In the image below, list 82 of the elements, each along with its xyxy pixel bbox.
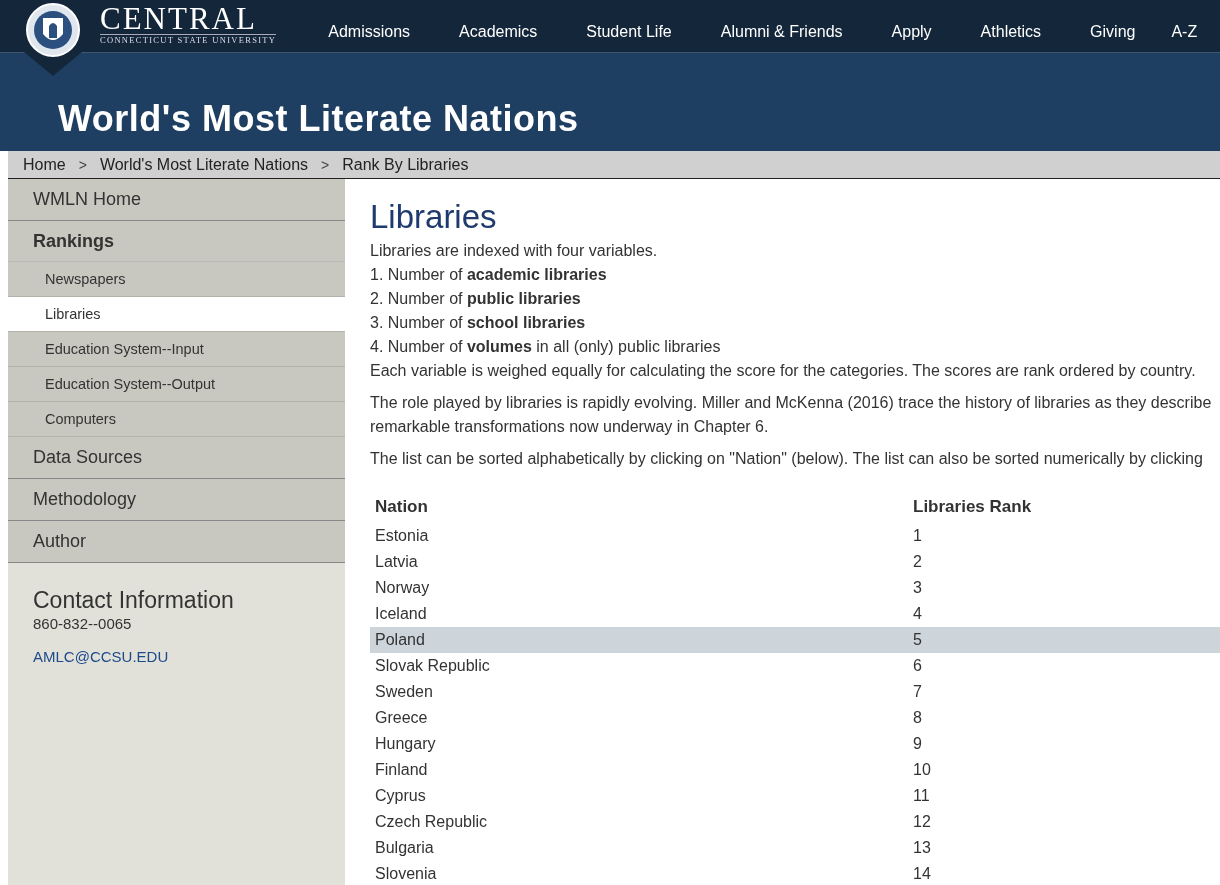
- nav-link[interactable]: Giving: [1090, 0, 1136, 53]
- table-row[interactable]: Greece 8: [370, 705, 1220, 731]
- body-text: 3. Number of school libraries: [370, 313, 587, 333]
- table-row[interactable]: Sweden 7: [370, 679, 1220, 705]
- table-cell-text: 5: [912, 630, 923, 650]
- sidebar-item[interactable]: Author: [8, 521, 345, 563]
- table-cell-text: 4: [912, 604, 923, 624]
- table-cell-text: Estonia: [374, 526, 430, 546]
- contact-heading: Contact Information: [33, 586, 235, 614]
- sidebar-subitem[interactable]: Newspapers: [8, 262, 345, 297]
- table-cell-text: Sweden: [374, 682, 434, 702]
- body-text: 4. Number of volumes in all (only) public libraries: [370, 337, 722, 357]
- body-text: Each variable is weighed equally for calculating the score for the categories. The scores are rank ordered by country.: [370, 361, 1197, 381]
- table-cell-text: 2: [912, 552, 923, 572]
- nav-link[interactable]: Athletics: [980, 0, 1042, 53]
- table-cell-text: 10: [912, 760, 932, 780]
- table-row[interactable]: Poland 5: [370, 627, 1220, 653]
- table-cell-text: 14: [912, 864, 932, 884]
- table-row[interactable]: Hungary 9: [370, 731, 1220, 757]
- email-link[interactable]: AMLC@CCSU.EDU: [33, 648, 169, 665]
- table-cell-text: Slovenia: [374, 864, 438, 884]
- sidebar-item[interactable]: Rankings: [8, 221, 345, 262]
- sidebar-subitem[interactable]: Computers: [8, 402, 345, 437]
- nav-link[interactable]: Academics: [459, 0, 538, 53]
- body-text: Libraries are indexed with four variables.: [370, 241, 659, 261]
- table-cell-text: Iceland: [374, 604, 428, 624]
- table-cell-text: 7: [912, 682, 923, 702]
- table-row[interactable]: Bulgaria 13: [370, 835, 1220, 861]
- breadcrumb-link[interactable]: World's Most Literate Nations: [99, 155, 309, 174]
- sidebar-item[interactable]: Methodology: [8, 479, 345, 521]
- table-cell-text: 6: [912, 656, 923, 676]
- nav-link[interactable]: Admissions: [328, 0, 411, 53]
- table-cell-text: 13: [912, 838, 932, 858]
- sidebar-subitem[interactable]: Education System--Output: [8, 367, 345, 402]
- table-cell-text: Cyprus: [374, 786, 427, 806]
- nav-link[interactable]: Student Life: [586, 0, 672, 53]
- table-row[interactable]: Czech Republic 12: [370, 809, 1220, 835]
- page-banner-title: World's Most Literate Nations: [58, 98, 579, 140]
- logo-subtitle: CONNECTICUT STATE UNIVERSITY: [100, 35, 277, 46]
- table-cell-text: 9: [912, 734, 923, 754]
- table-row[interactable]: Norway 3: [370, 575, 1220, 601]
- breadcrumb-current[interactable]: Rank By Libraries: [342, 155, 469, 174]
- sidebar-item[interactable]: Data Sources: [8, 437, 345, 479]
- table-cell-text: 12: [912, 812, 932, 832]
- sidebar-subitem[interactable]: Libraries: [8, 297, 345, 332]
- table-row[interactable]: Latvia 2: [370, 549, 1220, 575]
- table-cell-text: Slovak Republic: [374, 656, 491, 676]
- paragraph: The role played by libraries is rapidly evolving. Miller and McKenna (2016) trace the history of libraries as they describe remarkable transformations now underway in Chapter 6.: [370, 393, 1213, 437]
- table-cell-text: Latvia: [374, 552, 419, 572]
- table-row[interactable]: Estonia 1: [370, 523, 1220, 549]
- breadcrumb-link[interactable]: Home: [23, 155, 66, 174]
- table-cell-text: Poland: [374, 630, 426, 650]
- table-cell-text: 3: [912, 578, 923, 598]
- section-heading: Libraries: [370, 199, 498, 235]
- nav-link[interactable]: Alumni & Friends: [720, 0, 843, 53]
- sidebar-item[interactable]: WMLN Home: [8, 179, 345, 221]
- table-cell-text: Finland: [374, 760, 429, 780]
- table-cell-text: Hungary: [374, 734, 437, 754]
- table-row[interactable]: Iceland 4: [370, 601, 1220, 627]
- table-row[interactable]: Finland 10: [370, 757, 1220, 783]
- table-row[interactable]: Slovenia 14: [370, 861, 1220, 885]
- body-text: 1. Number of academic libraries: [370, 265, 608, 285]
- body-text: 2. Number of public libraries: [370, 289, 582, 309]
- column-header[interactable]: Libraries Rank: [908, 491, 1037, 523]
- table-cell-text: Bulgaria: [374, 838, 435, 858]
- table-cell-text: Greece: [374, 708, 429, 728]
- table-cell-text: Norway: [374, 578, 431, 598]
- table-cell-text: 1: [912, 526, 923, 546]
- breadcrumb-separator: >: [78, 156, 87, 173]
- table-row[interactable]: Cyprus 11: [370, 783, 1220, 809]
- phone-number: 860-832--0065: [33, 614, 133, 634]
- table-row[interactable]: Slovak Republic 6: [370, 653, 1220, 679]
- table-cell-text: 8: [912, 708, 923, 728]
- sidebar-subitem[interactable]: Education System--Input: [8, 332, 345, 367]
- breadcrumb-separator: >: [321, 156, 330, 173]
- paragraph: The list can be sorted alphabetically by clicking on "Nation" (below). The list can also be sorted numerically by clicking: [370, 449, 1204, 469]
- nav-link[interactable]: A-Z: [1171, 0, 1198, 53]
- table-cell-text: Czech Republic: [374, 812, 489, 832]
- nav-link[interactable]: Apply: [891, 0, 932, 53]
- column-header[interactable]: Nation: [370, 491, 908, 523]
- logo-wordmark[interactable]: CENTRAL: [100, 4, 277, 35]
- table-cell-text: 11: [912, 786, 931, 806]
